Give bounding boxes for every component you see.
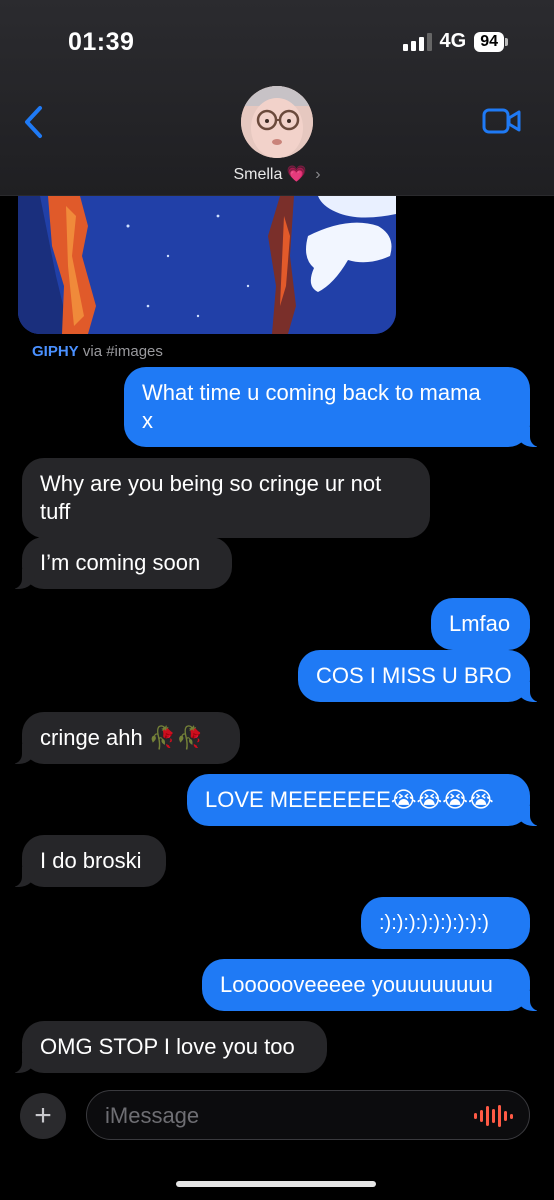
message-bubble-received[interactable]: I’m coming soon [8, 537, 232, 589]
battery-level: 94 [474, 31, 504, 52]
contact-name-button[interactable]: Smella 💗 › [0, 164, 554, 184]
giphy-brand: GIPHY [32, 343, 79, 360]
heart-emoji: 💗 [286, 166, 307, 183]
signal-icon [402, 32, 432, 51]
message-bubble-received[interactable]: cringe ahh 🥀🥀 [8, 712, 240, 764]
message-bubble-sent[interactable]: Lmfao [431, 598, 530, 650]
video-call-icon [482, 108, 521, 134]
back-chevron-icon [25, 106, 42, 138]
audio-waveform-icon[interactable] [474, 1105, 513, 1127]
battery-icon: 94 [474, 31, 508, 52]
conversation-header: 01:39 4G 94 Smella 💗 › [0, 0, 554, 196]
back-button[interactable] [20, 102, 50, 142]
contact-avatar[interactable] [241, 86, 313, 158]
message-bubble-sent[interactable]: What time u coming back to mama x [124, 367, 544, 447]
message-bubble-received[interactable]: Why are you being so cringe ur not tuff [22, 458, 430, 538]
avatar-photo [241, 86, 313, 158]
gif-image[interactable] [18, 196, 396, 334]
network-type: 4G [439, 30, 467, 52]
status-time: 01:39 [68, 28, 135, 56]
status-indicators: 4G 94 [402, 30, 508, 53]
message-bubble-sent[interactable]: COS I MISS U BRO [298, 650, 544, 702]
message-bubble-sent[interactable]: LOVE MEEEEEEE😭😭😭😭 [187, 774, 544, 826]
message-bubble-sent[interactable]: Loooooveeeee youuuuuuuu [202, 959, 544, 1011]
plus-icon: + [34, 1099, 52, 1132]
gif-artwork [18, 196, 396, 334]
message-input[interactable]: iMessage [86, 1090, 530, 1140]
message-bubble-received[interactable]: OMG STOP I love you too [8, 1021, 327, 1073]
contact-name: Smella [233, 166, 283, 183]
message-input-placeholder: iMessage [105, 1103, 200, 1128]
gif-source: via #images [82, 343, 163, 360]
video-call-button[interactable] [482, 104, 522, 138]
gif-attribution: GIPHY via #images [32, 343, 163, 360]
chevron-right-icon: › [315, 166, 321, 183]
message-bubble-sent[interactable]: :):):):):):):):):) [361, 897, 530, 949]
apps-plus-button[interactable]: + [20, 1093, 66, 1139]
home-indicator [176, 1181, 376, 1187]
message-bubble-received[interactable]: I do broski [8, 835, 166, 887]
